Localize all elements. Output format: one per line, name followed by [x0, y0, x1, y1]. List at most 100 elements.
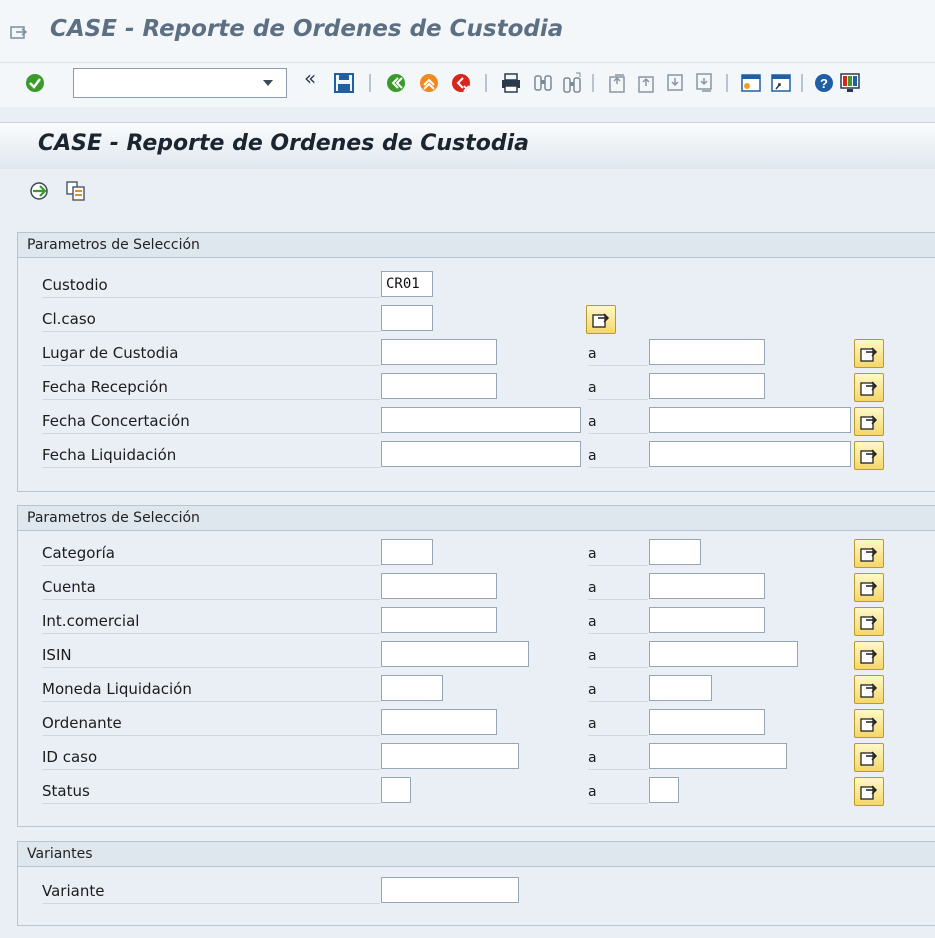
row-categoria: Categoría a	[18, 536, 935, 570]
divider	[588, 633, 648, 634]
row-isin: ISIN a	[18, 638, 935, 672]
divider	[42, 735, 380, 736]
ordenante-to-input[interactable]	[649, 709, 765, 735]
print-icon[interactable]	[500, 72, 522, 94]
multiple-selection-button[interactable]	[586, 305, 616, 334]
back-arrows-icon[interactable]: «	[304, 66, 316, 90]
fecha-recepcion-to-input[interactable]	[649, 373, 765, 399]
multiple-selection-icon	[860, 381, 878, 396]
chevron-down-icon[interactable]	[263, 80, 273, 86]
categoria-to-input[interactable]	[649, 539, 701, 565]
field-label: ID caso	[42, 748, 98, 766]
fecha-recepcion-from-input[interactable]	[381, 373, 497, 399]
next-page-icon[interactable]	[665, 72, 687, 94]
create-session-icon[interactable]	[740, 72, 762, 94]
execute-icon[interactable]	[29, 181, 49, 201]
divider	[42, 803, 380, 804]
command-field[interactable]	[73, 68, 287, 98]
fecha-liquidacion-from-input[interactable]	[381, 441, 581, 467]
moneda-liquidacion-from-input[interactable]	[381, 675, 443, 701]
cuenta-to-input[interactable]	[649, 573, 765, 599]
multiple-selection-button[interactable]	[854, 573, 884, 602]
window-menu-icon[interactable]	[10, 24, 28, 40]
customize-layout-icon[interactable]	[839, 72, 861, 94]
multiple-selection-button[interactable]	[854, 441, 884, 470]
row-custodio: Custodio CR01	[18, 268, 935, 302]
previous-page-icon[interactable]	[636, 72, 658, 94]
get-variant-icon[interactable]	[65, 180, 87, 202]
exit-icon[interactable]	[418, 72, 440, 94]
multiple-selection-icon	[860, 415, 878, 430]
multiple-selection-icon	[860, 547, 878, 562]
window-title: CASE - Reporte de Ordenes de Custodia	[50, 16, 564, 42]
divider	[588, 803, 648, 804]
row-fecha-concertacion: Fecha Concertación a	[18, 404, 935, 438]
int-comercial-from-input[interactable]	[381, 607, 497, 633]
toolbar-separator	[592, 74, 594, 92]
fecha-liquidacion-to-input[interactable]	[649, 441, 851, 467]
divider	[42, 297, 380, 298]
categoria-from-input[interactable]	[381, 539, 433, 565]
multiple-selection-button[interactable]	[854, 407, 884, 436]
ordenante-from-input[interactable]	[381, 709, 497, 735]
enter-icon[interactable]	[24, 72, 46, 94]
row-variante: Variante	[18, 874, 935, 908]
divider	[42, 365, 380, 366]
multiple-selection-button[interactable]	[854, 777, 884, 806]
cuenta-from-input[interactable]	[381, 573, 497, 599]
divider	[42, 633, 380, 634]
save-icon[interactable]	[333, 72, 355, 94]
multiple-selection-button[interactable]	[854, 641, 884, 670]
id-caso-to-input[interactable]	[649, 743, 787, 769]
multiple-selection-icon	[860, 581, 878, 596]
find-icon[interactable]	[532, 72, 554, 94]
divider	[42, 565, 380, 566]
back-icon[interactable]	[385, 72, 407, 94]
multiple-selection-button[interactable]	[854, 709, 884, 738]
divider	[42, 599, 380, 600]
field-label: Moneda Liquidación	[42, 680, 192, 698]
moneda-liquidacion-to-input[interactable]	[649, 675, 712, 701]
multiple-selection-button[interactable]	[854, 607, 884, 636]
first-page-icon[interactable]	[607, 72, 629, 94]
multiple-selection-button[interactable]	[854, 743, 884, 772]
fecha-concertacion-from-input[interactable]	[381, 407, 581, 433]
range-to-label: a	[588, 546, 597, 562]
multiple-selection-icon	[860, 785, 878, 800]
range-to-label: a	[588, 784, 597, 800]
application-toolbar	[0, 169, 935, 219]
toolbar-separator	[726, 74, 728, 92]
shortcut-icon[interactable]	[770, 72, 792, 94]
range-to-label: a	[588, 614, 597, 630]
cl-caso-input[interactable]	[381, 305, 433, 331]
lugar-de-custodia-to-input[interactable]	[649, 339, 765, 365]
last-page-icon[interactable]	[694, 72, 716, 94]
svg-text:?: ?	[820, 76, 828, 91]
help-icon[interactable]: ?	[813, 72, 835, 94]
isin-from-input[interactable]	[381, 641, 529, 667]
row-fecha-recepcion: Fecha Recepción a	[18, 370, 935, 404]
id-caso-from-input[interactable]	[381, 743, 519, 769]
field-label: Lugar de Custodia	[42, 344, 179, 362]
toolbar-separator	[485, 74, 487, 92]
int-comercial-to-input[interactable]	[649, 607, 765, 633]
divider	[42, 331, 380, 332]
custodio-input[interactable]: CR01	[381, 271, 433, 297]
multiple-selection-icon	[592, 313, 610, 328]
multiple-selection-button[interactable]	[854, 373, 884, 402]
multiple-selection-button[interactable]	[854, 339, 884, 368]
divider	[588, 599, 648, 600]
divider	[588, 735, 648, 736]
multiple-selection-button[interactable]	[854, 675, 884, 704]
fecha-concertacion-to-input[interactable]	[649, 407, 851, 433]
lugar-de-custodia-from-input[interactable]	[381, 339, 497, 365]
status-from-input[interactable]	[381, 777, 411, 803]
divider	[588, 467, 648, 468]
variante-input[interactable]	[381, 877, 519, 903]
cancel-icon[interactable]	[450, 72, 472, 94]
status-to-input[interactable]	[649, 777, 679, 803]
find-next-icon[interactable]	[561, 72, 583, 94]
isin-to-input[interactable]	[649, 641, 798, 667]
multiple-selection-button[interactable]	[854, 539, 884, 568]
divider	[42, 467, 380, 468]
